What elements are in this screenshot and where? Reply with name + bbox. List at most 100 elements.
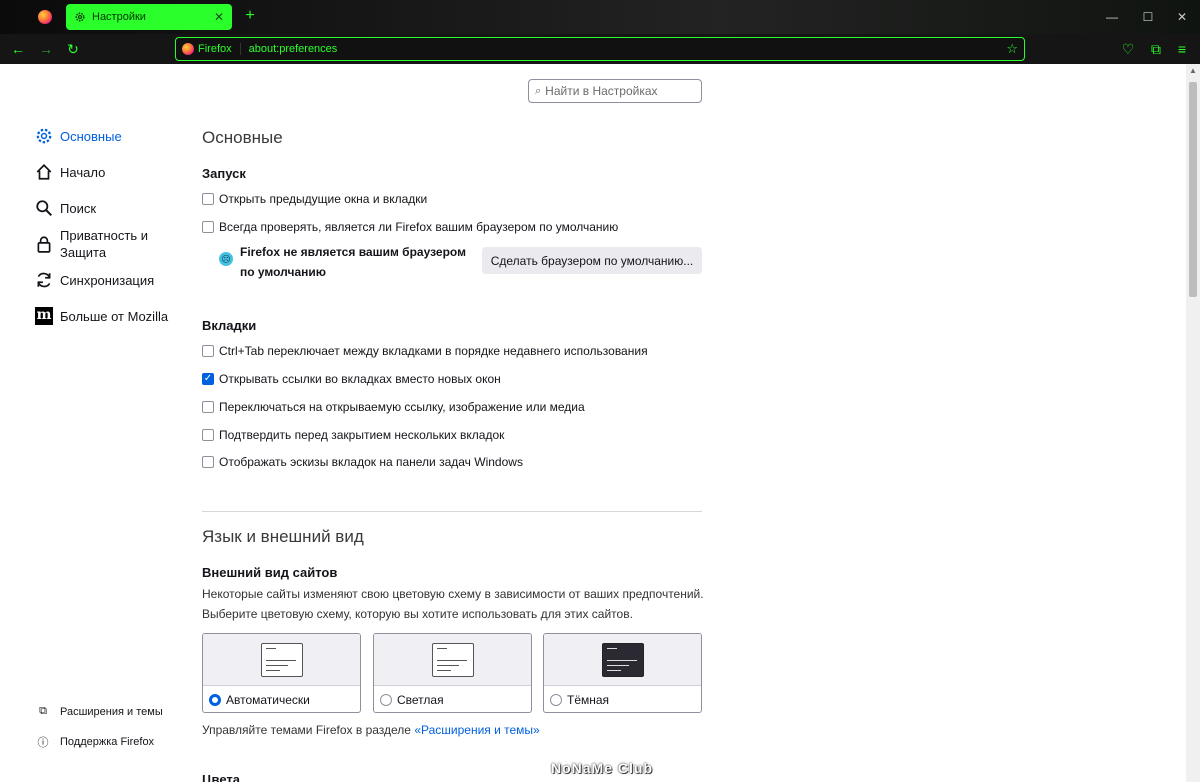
sidebar-item-general[interactable]: Основные xyxy=(34,126,122,146)
back-arrow-icon[interactable]: ← xyxy=(8,39,28,59)
sidebar-item-search[interactable]: Поиск xyxy=(34,198,96,218)
radio[interactable] xyxy=(380,693,392,706)
theme-background-decoration xyxy=(990,0,1090,34)
sidebar-item-label: Основные xyxy=(60,128,122,144)
radio[interactable] xyxy=(550,693,562,706)
sidebar-item-home[interactable]: Начало xyxy=(34,162,105,182)
theme-label: Тёмная xyxy=(567,692,610,707)
startup-heading: Запуск xyxy=(202,166,246,181)
firefox-logo-icon xyxy=(38,10,52,24)
bookmark-star-icon[interactable]: ☆ xyxy=(1006,41,1018,57)
help-icon: ⓘ xyxy=(37,737,49,749)
checkbox-checked[interactable]: ✓ xyxy=(202,373,214,385)
sidebar-item-privacy[interactable]: Приватность и Защита xyxy=(34,227,160,261)
manage-themes-text: Управляйте темами Firefox в разделе «Рас… xyxy=(202,723,540,737)
page-title: Основные xyxy=(202,128,283,147)
tabs-option-confirm-close[interactable]: Подтвердить перед закрытием нескольких в… xyxy=(202,428,504,442)
checkbox[interactable] xyxy=(202,456,214,468)
tabs-option-taskbar-previews[interactable]: Отображать эскизы вкладок на панели зада… xyxy=(202,455,523,469)
theme-preview xyxy=(544,634,701,686)
identity-box[interactable]: Firefox xyxy=(182,43,241,55)
appearance-heading: Внешний вид сайтов xyxy=(202,565,338,580)
theme-preview xyxy=(374,634,531,686)
theme-label: Автоматически xyxy=(226,692,310,707)
title-bar: Настройки ✕ + — ☐ ✕ xyxy=(0,0,1200,34)
checkbox-label: Ctrl+Tab переключает между вкладками в п… xyxy=(219,344,648,358)
theme-option[interactable]: Тёмная xyxy=(544,686,701,712)
address-bar[interactable]: Firefox about:preferences ☆ xyxy=(175,37,1025,61)
minimize-button[interactable]: — xyxy=(1100,8,1124,26)
search-placeholder: Найти в Настройках xyxy=(545,84,658,98)
window-close-button[interactable]: ✕ xyxy=(1170,8,1194,26)
tabs-option-ctrl-tab[interactable]: Ctrl+Tab переключает между вкладками в п… xyxy=(202,344,648,358)
section-divider xyxy=(202,511,702,512)
sidebar-item-label: Поиск xyxy=(60,200,97,216)
checkbox-label: Подтвердить перед закрытием нескольких в… xyxy=(219,428,505,442)
window-preview-icon xyxy=(432,643,474,677)
checkbox-label: Переключаться на открываемую ссылку, изо… xyxy=(219,400,585,414)
startup-option-restore[interactable]: Открыть предыдущие окна и вкладки xyxy=(202,192,427,206)
sidebar-item-label: Начало xyxy=(60,164,106,180)
sidebar-item-sync[interactable]: Синхронизация xyxy=(34,270,154,290)
identity-label: Firefox xyxy=(198,43,232,55)
firefox-menu-button[interactable] xyxy=(30,5,60,29)
checkbox[interactable] xyxy=(202,221,214,233)
theme-label: Светлая xyxy=(397,692,444,707)
reload-icon[interactable]: ↻ xyxy=(63,39,83,59)
tabs-option-open-links[interactable]: ✓ Открывать ссылки во вкладках вместо но… xyxy=(202,372,501,386)
scrollbar-thumb[interactable] xyxy=(1189,82,1197,297)
sync-icon xyxy=(34,270,54,290)
make-default-button[interactable]: Сделать браузером по умолчанию... xyxy=(482,247,702,274)
checkbox[interactable] xyxy=(202,401,214,413)
scroll-up-icon[interactable]: ▲ xyxy=(1186,66,1200,75)
tabs-option-switch[interactable]: Переключаться на открываемую ссылку, изо… xyxy=(202,400,585,414)
search-icon: ⌕ xyxy=(535,84,542,97)
sidebar-item-label: Приватность и Защита xyxy=(60,228,149,260)
theme-option[interactable]: Автоматически xyxy=(203,686,360,712)
startup-option-check-default[interactable]: Всегда проверять, является ли Firefox ва… xyxy=(202,220,618,234)
checkbox[interactable] xyxy=(202,429,214,441)
sidebar-footer-label: Поддержка Firefox xyxy=(60,736,155,748)
home-icon xyxy=(34,162,54,182)
radio-selected[interactable] xyxy=(209,693,221,706)
theme-option[interactable]: Светлая xyxy=(374,686,531,712)
checkbox-label: Открывать ссылки во вкладках вместо новы… xyxy=(219,372,501,386)
navigation-bar: ← → ↻ Firefox about:preferences ☆ ♡ ⧉ ≡ xyxy=(0,34,1200,64)
sidebar-footer-addons[interactable]: ⧉ Расширения и темы xyxy=(36,705,163,718)
theme-card-light[interactable]: Светлая xyxy=(373,633,532,713)
tab-close-icon[interactable]: ✕ xyxy=(214,10,224,24)
language-section-title: Язык и внешний вид xyxy=(202,527,364,546)
checkbox[interactable] xyxy=(202,345,214,357)
theme-card-auto[interactable]: Автоматически xyxy=(202,633,361,713)
theme-card-dark[interactable]: Тёмная xyxy=(543,633,702,713)
checkbox-label: Всегда проверять, является ли Firefox ва… xyxy=(219,220,619,234)
hamburger-menu-icon[interactable]: ≡ xyxy=(1172,39,1192,59)
forward-arrow-icon[interactable]: → xyxy=(36,39,56,59)
default-browser-note: Firefox не является вашим браузером по у… xyxy=(240,245,466,279)
checkbox-label: Отображать эскизы вкладок на панели зада… xyxy=(219,455,523,469)
manage-themes-label: Управляйте темами Firefox в разделе xyxy=(202,723,415,737)
sidebar-footer-support[interactable]: ⓘ Поддержка Firefox xyxy=(36,734,155,750)
window-preview-icon xyxy=(261,643,303,677)
page-scrollbar[interactable]: ▲ xyxy=(1186,64,1200,782)
window-preview-icon xyxy=(602,643,644,677)
new-tab-button[interactable]: + xyxy=(240,6,260,26)
watermark: NoNaMe Club xyxy=(551,760,653,776)
lock-icon xyxy=(34,234,54,254)
tab-title: Настройки xyxy=(92,11,146,23)
gear-icon xyxy=(34,126,54,146)
sidebar-item-mozilla[interactable]: m Больше от Mozilla xyxy=(34,306,168,326)
checkbox[interactable] xyxy=(202,193,214,205)
pocket-icon[interactable]: ♡ xyxy=(1118,39,1138,59)
tab-settings[interactable]: Настройки ✕ xyxy=(66,4,232,30)
settings-search-input[interactable]: ⌕ Найти в Настройках xyxy=(528,79,702,103)
addons-themes-link[interactable]: «Расширения и темы» xyxy=(414,723,539,737)
puzzle-icon: ⧉ xyxy=(39,705,47,717)
appearance-description-2: Выберите цветовую схему, которую вы хоти… xyxy=(202,607,633,621)
mozilla-logo-icon: m xyxy=(35,307,53,325)
tabs-heading: Вкладки xyxy=(202,318,257,333)
maximize-button[interactable]: ☐ xyxy=(1136,8,1160,26)
extensions-icon[interactable]: ⧉ xyxy=(1146,39,1166,59)
appearance-description-1: Некоторые сайты изменяют свою цветовую с… xyxy=(202,587,704,601)
theme-preview xyxy=(203,634,360,686)
